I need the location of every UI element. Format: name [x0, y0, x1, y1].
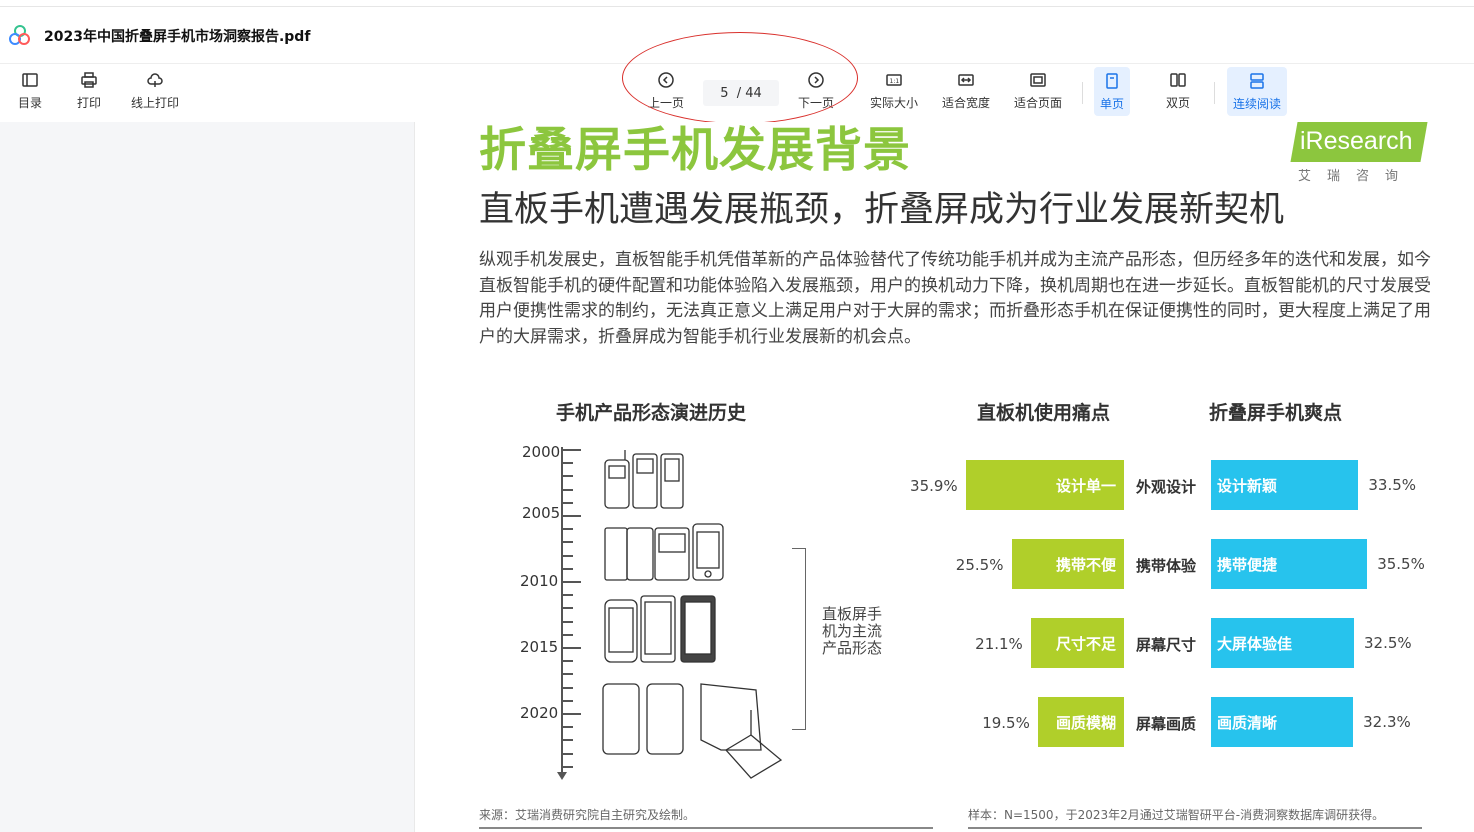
- timeline-tick: [561, 515, 581, 517]
- timeline-tick: [563, 699, 573, 702]
- source-note-left: 来源：艾瑞消费研究院自主研究及绘制。: [479, 808, 696, 822]
- phone-evolution-illustration: [602, 450, 783, 779]
- pain-bar: 尺寸不足: [1031, 618, 1124, 668]
- pain-bar: 携带不便: [1011, 539, 1124, 589]
- double-page-button[interactable]: 双页: [1166, 70, 1190, 111]
- category-label: 屏幕尺寸: [1136, 636, 1197, 654]
- logo-subtext: 艾瑞咨询: [1298, 169, 1415, 184]
- history-title: 手机产品形态演进历史: [556, 402, 747, 424]
- timeline-tick: [563, 528, 573, 531]
- timeline-tick: [563, 752, 573, 755]
- timeline-tick: [561, 647, 581, 649]
- timeline-tick: [563, 554, 573, 557]
- category-label: 外观设计: [1136, 478, 1197, 496]
- annotation-ellipse: [622, 32, 858, 124]
- footer-rule: [968, 827, 1422, 829]
- fold-bar: 携带便捷: [1211, 539, 1368, 589]
- timeline-tick: [563, 501, 573, 504]
- fold-value-label: 33.5%: [1368, 476, 1417, 494]
- continuous-scroll-icon: [1247, 71, 1267, 91]
- timeline-tick: [563, 726, 573, 729]
- app-logo-icon: [8, 23, 34, 49]
- timeline-tick: [563, 541, 573, 544]
- pain-bar: 设计单一: [966, 460, 1124, 510]
- double-page-icon: [1168, 70, 1188, 90]
- toolbar-divider: [1082, 82, 1083, 104]
- pain-value-label: 19.5%: [982, 714, 1030, 732]
- category-label: 屏幕画质: [1136, 715, 1197, 733]
- fit-width-icon: [956, 70, 976, 90]
- fit-page-button[interactable]: 适合页面: [1014, 70, 1062, 111]
- print-button[interactable]: 打印: [77, 70, 101, 111]
- online-print-button[interactable]: 线上打印: [131, 70, 179, 111]
- year-label: 2010: [520, 572, 559, 590]
- category-label: 携带体验: [1136, 557, 1197, 575]
- year-label: 2000: [522, 443, 561, 461]
- page-subtitle: 直板手机遭遇发展瓶颈，折叠屏成为行业发展新契机: [479, 190, 1285, 230]
- file-title: 2023年中国折叠屏手机市场洞察报告.pdf: [44, 28, 311, 45]
- timeline-tick: [563, 475, 573, 478]
- timeline-tick: [563, 633, 573, 636]
- timeline-tick: [563, 620, 573, 623]
- toolbar-divider: [1214, 82, 1215, 104]
- fit-page-icon: [1028, 70, 1048, 90]
- page-title: 折叠屏手机发展背景: [479, 123, 911, 178]
- timeline-tick: [563, 567, 573, 570]
- pain-value-label: 25.5%: [955, 556, 1004, 574]
- printer-icon: [79, 70, 99, 90]
- sidebar-icon: [20, 70, 40, 90]
- pain-bar: 画质模糊: [1038, 697, 1124, 747]
- single-page-button[interactable]: 单页: [1094, 67, 1131, 116]
- single-page-icon: [1102, 71, 1122, 91]
- fit-width-button[interactable]: 适合宽度: [942, 70, 990, 111]
- pain-points-title: 直板机使用痛点: [977, 402, 1111, 424]
- intro-paragraph: 纵观手机发展史，直板智能手机凭借革新的产品体验替代了传统功能手机并成为主流产品形…: [479, 250, 1431, 347]
- source-note-right: 样本：N=1500，于2023年2月通过艾瑞智研平台-消费洞察数据库调研获得。: [968, 808, 1385, 822]
- timeline-tick: [561, 713, 581, 715]
- toc-sidebar: [0, 122, 415, 832]
- timeline-tick: [561, 449, 581, 451]
- timeline-tick: [563, 660, 573, 663]
- timeline-tick: [563, 686, 573, 689]
- cloud-icon: [145, 70, 165, 90]
- actual-size-button[interactable]: 1:1 实际大小: [870, 70, 918, 111]
- timeline-tick: [563, 607, 573, 610]
- fold-advantages-title: 折叠屏手机爽点: [1209, 402, 1343, 424]
- fold-value-label: 32.5%: [1364, 634, 1412, 652]
- timeline-tick: [563, 488, 573, 491]
- timeline-tick: [561, 581, 581, 583]
- bracket-annotation: 直板屏手机为主流产品形态: [822, 605, 883, 657]
- pain-value-label: 21.1%: [975, 635, 1023, 653]
- timeline-tick: [563, 739, 573, 742]
- actual-size-icon: 1:1: [884, 70, 904, 90]
- continuous-read-button[interactable]: 连续阅读: [1227, 67, 1288, 116]
- footer-rule: [479, 827, 933, 829]
- pain-value-label: 35.9%: [910, 477, 958, 495]
- timeline-tick: [563, 594, 573, 597]
- toc-button[interactable]: 目录: [18, 70, 42, 111]
- logo-text: iResearch: [1300, 127, 1413, 155]
- year-label: 2020: [520, 704, 559, 722]
- svg-text:1:1: 1:1: [890, 78, 900, 85]
- window-top-edge: [0, 0, 1474, 7]
- year-label: 2005: [522, 504, 561, 522]
- timeline-tick: [563, 673, 573, 676]
- fold-bar: 设计新颖: [1211, 460, 1359, 510]
- fold-bar: 画质清晰: [1211, 697, 1354, 747]
- fold-bar: 大屏体验佳: [1211, 618, 1354, 668]
- timeline-tick: [563, 462, 573, 465]
- timeline-arrow: [557, 772, 567, 780]
- year-label: 2015: [520, 638, 559, 656]
- document-page[interactable]: 折叠屏手机发展背景 iResearch 艾瑞咨询 直板手机遭遇发展瓶颈，折叠屏成…: [416, 122, 1474, 832]
- timeline-bracket: [792, 548, 806, 730]
- timeline-tick: [563, 765, 573, 768]
- fold-value-label: 35.5%: [1377, 555, 1425, 573]
- fold-value-label: 32.3%: [1363, 713, 1411, 731]
